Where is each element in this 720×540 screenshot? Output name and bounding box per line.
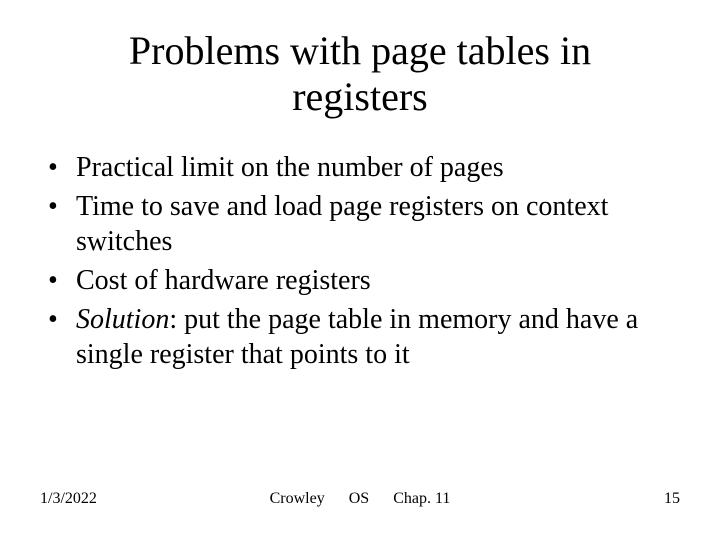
bullet-item: Cost of hardware registers bbox=[40, 263, 680, 298]
footer-author: Crowley bbox=[270, 490, 325, 507]
bullet-text: Time to save and load page registers on … bbox=[76, 191, 608, 257]
footer-center: Crowley OS Chap. 11 bbox=[0, 490, 720, 508]
footer-page-number: 15 bbox=[664, 490, 680, 508]
bullet-item: Time to save and load page registers on … bbox=[40, 189, 680, 259]
slide: Problems with page tables in registers P… bbox=[0, 0, 720, 540]
bullet-text: Cost of hardware registers bbox=[76, 265, 371, 296]
bullet-list: Practical limit on the number of pages T… bbox=[40, 150, 680, 372]
bullet-text: Practical limit on the number of pages bbox=[76, 152, 504, 183]
bullet-item: Practical limit on the number of pages bbox=[40, 150, 680, 185]
slide-body: Practical limit on the number of pages T… bbox=[0, 120, 720, 372]
footer-course: OS bbox=[349, 490, 369, 507]
bullet-item: Solution: put the page table in memory a… bbox=[40, 302, 680, 372]
solution-label: Solution bbox=[76, 304, 169, 335]
footer-chapter: Chap. 11 bbox=[393, 490, 450, 507]
slide-title: Problems with page tables in registers bbox=[0, 0, 720, 120]
